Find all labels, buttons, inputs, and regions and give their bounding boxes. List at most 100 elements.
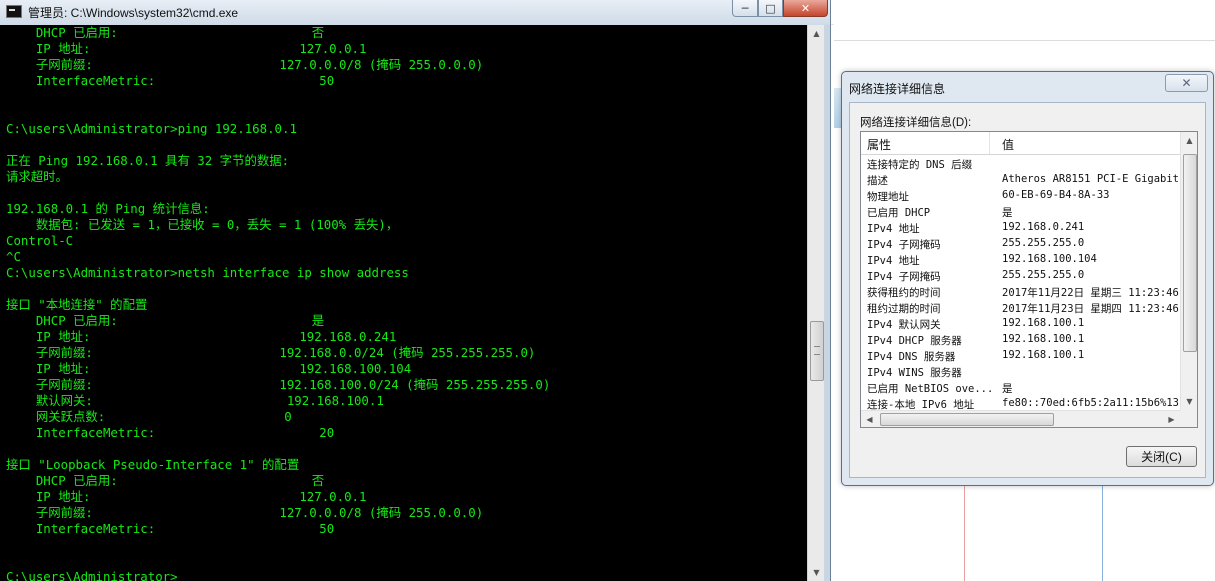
console-scroll-thumb[interactable] xyxy=(810,321,824,381)
value-cell: 192.168.0.241 xyxy=(1002,221,1085,233)
console-line: Control-C xyxy=(6,233,74,248)
close-button[interactable]: 关闭(C) xyxy=(1126,446,1197,467)
property-cell: IPv4 DHCP 服务器 xyxy=(867,335,962,347)
list-header: 属性 值 xyxy=(861,132,1181,155)
list-item[interactable]: IPv4 默认网关 192.168.100.1 xyxy=(861,316,1181,332)
list-horizontal-thumb[interactable] xyxy=(880,413,1054,426)
property-cell: 连接特定的 DNS 后缀 xyxy=(867,159,973,171)
close-window-button[interactable]: ✕ xyxy=(783,0,828,17)
value-cell: 60-EB-69-B4-8A-33 xyxy=(1002,189,1110,201)
console-line: 接口 "本地连接" 的配置 xyxy=(6,297,148,312)
property-cell: 物理地址 xyxy=(867,191,909,203)
console-line: IP 地址: 127.0.0.1 xyxy=(6,41,367,56)
property-cell: IPv4 地址 xyxy=(867,223,920,235)
list-item[interactable]: 已启用 DHCP 是 xyxy=(861,204,1181,220)
property-cell: 已启用 DHCP xyxy=(867,207,931,219)
property-cell: 已启用 NetBIOS ove... xyxy=(867,383,991,395)
cmd-app-icon[interactable] xyxy=(6,5,22,18)
console-line: 请求超时。 xyxy=(6,169,68,184)
network-details-dialog: 网络连接详细信息 ✕ 网络连接详细信息(D): 属性 值 连接特定的 DNS 后… xyxy=(841,71,1214,486)
background-divider xyxy=(834,40,1215,41)
column-header-property[interactable]: 属性 xyxy=(867,136,891,153)
console-line: 接口 "Loopback Pseudo-Interface 1" 的配置 xyxy=(6,457,300,472)
scrollbar-corner xyxy=(1180,410,1197,427)
console-line: DHCP 已启用: 否 xyxy=(6,473,325,488)
property-cell: 获得租约的时间 xyxy=(867,287,941,299)
value-cell: 255.255.255.0 xyxy=(1002,269,1085,281)
list-scroll-down-arrow-icon[interactable]: ▼ xyxy=(1181,393,1197,410)
value-cell: 是 xyxy=(1002,207,1013,219)
console-line: 192.168.0.1 的 Ping 统计信息: xyxy=(6,201,210,216)
scroll-down-arrow-icon[interactable]: ▼ xyxy=(808,564,825,581)
console-line: DHCP 已启用: 是 xyxy=(6,313,325,328)
list-vertical-thumb[interactable] xyxy=(1183,154,1197,352)
list-item[interactable]: 租约过期的时间 2017年11月23日 星期四 11:23:46 xyxy=(861,300,1181,316)
value-cell: 2017年11月23日 星期四 11:23:46 xyxy=(1002,303,1179,315)
column-header-value[interactable]: 值 xyxy=(1002,136,1014,153)
console-line: 默认网关: 192.168.100.1 xyxy=(6,393,384,408)
list-item[interactable]: 描述 Atheros AR8151 PCI-E Gigabit E xyxy=(861,172,1182,188)
list-horizontal-scrollbar[interactable]: ◀ ▶ xyxy=(861,410,1180,427)
value-cell: 192.168.100.104 xyxy=(1002,253,1097,265)
list-item[interactable]: IPv4 DNS 服务器 192.168.100.1 xyxy=(861,348,1181,364)
console-line: ^C xyxy=(6,249,21,264)
value-cell: 255.255.255.0 xyxy=(1002,237,1085,249)
value-cell: 192.168.100.1 xyxy=(1002,349,1085,361)
value-cell: 192.168.100.1 xyxy=(1002,333,1085,345)
list-item[interactable]: IPv4 子网掩码 255.255.255.0 xyxy=(861,236,1181,252)
list-scroll-right-arrow-icon[interactable]: ▶ xyxy=(1163,411,1180,427)
dialog-title: 网络连接详细信息 xyxy=(849,82,946,96)
property-cell: IPv4 地址 xyxy=(867,255,920,267)
list-item[interactable]: 连接特定的 DNS 后缀 xyxy=(861,156,1181,172)
maximize-button[interactable]: □ xyxy=(758,0,783,17)
property-cell: 描述 xyxy=(867,175,888,187)
cmd-window-controls: ─ □ ✕ xyxy=(732,0,828,18)
cmd-window-title: 管理员: C:\Windows\system32\cmd.exe xyxy=(28,6,239,20)
console-line: 正在 Ping 192.168.0.1 具有 32 字节的数据: xyxy=(6,153,290,168)
property-cell: IPv4 子网掩码 xyxy=(867,271,941,283)
details-list[interactable]: 属性 值 连接特定的 DNS 后缀 描述 Atheros AR8151 PCI-E … xyxy=(860,131,1198,428)
property-cell: IPv4 子网掩码 xyxy=(867,239,941,251)
list-item[interactable]: IPv4 WINS 服务器 xyxy=(861,364,1181,380)
console-line: C:\users\Administrator> xyxy=(6,569,178,581)
dialog-close-icon[interactable]: ✕ xyxy=(1165,74,1208,92)
value-cell: 是 xyxy=(1002,383,1013,395)
list-scroll-left-arrow-icon[interactable]: ◀ xyxy=(861,411,878,427)
value-cell: fe80::70ed:6fb5:2a11:15b6%13 xyxy=(1002,397,1180,409)
scroll-up-arrow-icon[interactable]: ▲ xyxy=(808,25,825,42)
console-line: 子网前缀: 192.168.100.0/24 (掩码 255.255.255.0… xyxy=(6,377,551,392)
list-item[interactable]: 已启用 NetBIOS ove... 是 xyxy=(861,380,1181,396)
value-cell: 2017年11月22日 星期三 11:23:46 xyxy=(1002,287,1179,299)
list-scroll-up-arrow-icon[interactable]: ▲ xyxy=(1181,132,1197,149)
property-cell: IPv4 DNS 服务器 xyxy=(867,351,956,363)
list-vertical-scrollbar[interactable]: ▲ ▼ xyxy=(1180,132,1197,410)
list-item[interactable]: 物理地址 60-EB-69-B4-8A-33 xyxy=(861,188,1181,204)
cmd-window: 管理员: C:\Windows\system32\cmd.exe ─ □ ✕ D… xyxy=(0,0,831,581)
console-line: 子网前缀: 127.0.0.0/8 (掩码 255.0.0.0) xyxy=(6,505,484,520)
console-line: InterfaceMetric: 20 xyxy=(6,425,335,440)
console-line: 子网前缀: 127.0.0.0/8 (掩码 255.0.0.0) xyxy=(6,57,484,72)
console-line: 子网前缀: 192.168.0.0/24 (掩码 255.255.255.0) xyxy=(6,345,536,360)
console-line: DHCP 已启用: 否 xyxy=(6,25,325,40)
list-item[interactable]: IPv4 DHCP 服务器 192.168.100.1 xyxy=(861,332,1181,348)
console-scrollbar[interactable]: ▲ ▼ xyxy=(807,25,825,581)
list-item[interactable]: 获得租约的时间 2017年11月22日 星期三 11:23:46 xyxy=(861,284,1181,300)
details-list-label: 网络连接详细信息(D): xyxy=(860,117,972,129)
list-item[interactable]: IPv4 地址 192.168.0.241 xyxy=(861,220,1181,236)
minimize-button[interactable]: ─ xyxy=(732,0,758,17)
property-cell: IPv4 WINS 服务器 xyxy=(867,367,962,379)
cmd-titlebar[interactable]: 管理员: C:\Windows\system32\cmd.exe ─ □ ✕ xyxy=(0,0,830,25)
column-separator[interactable] xyxy=(989,132,990,154)
list-item[interactable]: IPv4 地址 192.168.100.104 xyxy=(861,252,1181,268)
background-red-guide xyxy=(964,480,965,581)
console-line: IP 地址: 127.0.0.1 xyxy=(6,489,367,504)
console-output[interactable]: DHCP 已启用: 否 IP 地址: 127.0.0.1 子网前缀: 127.0… xyxy=(0,25,807,581)
list-item[interactable]: IPv4 子网掩码 255.255.255.0 xyxy=(861,268,1181,284)
